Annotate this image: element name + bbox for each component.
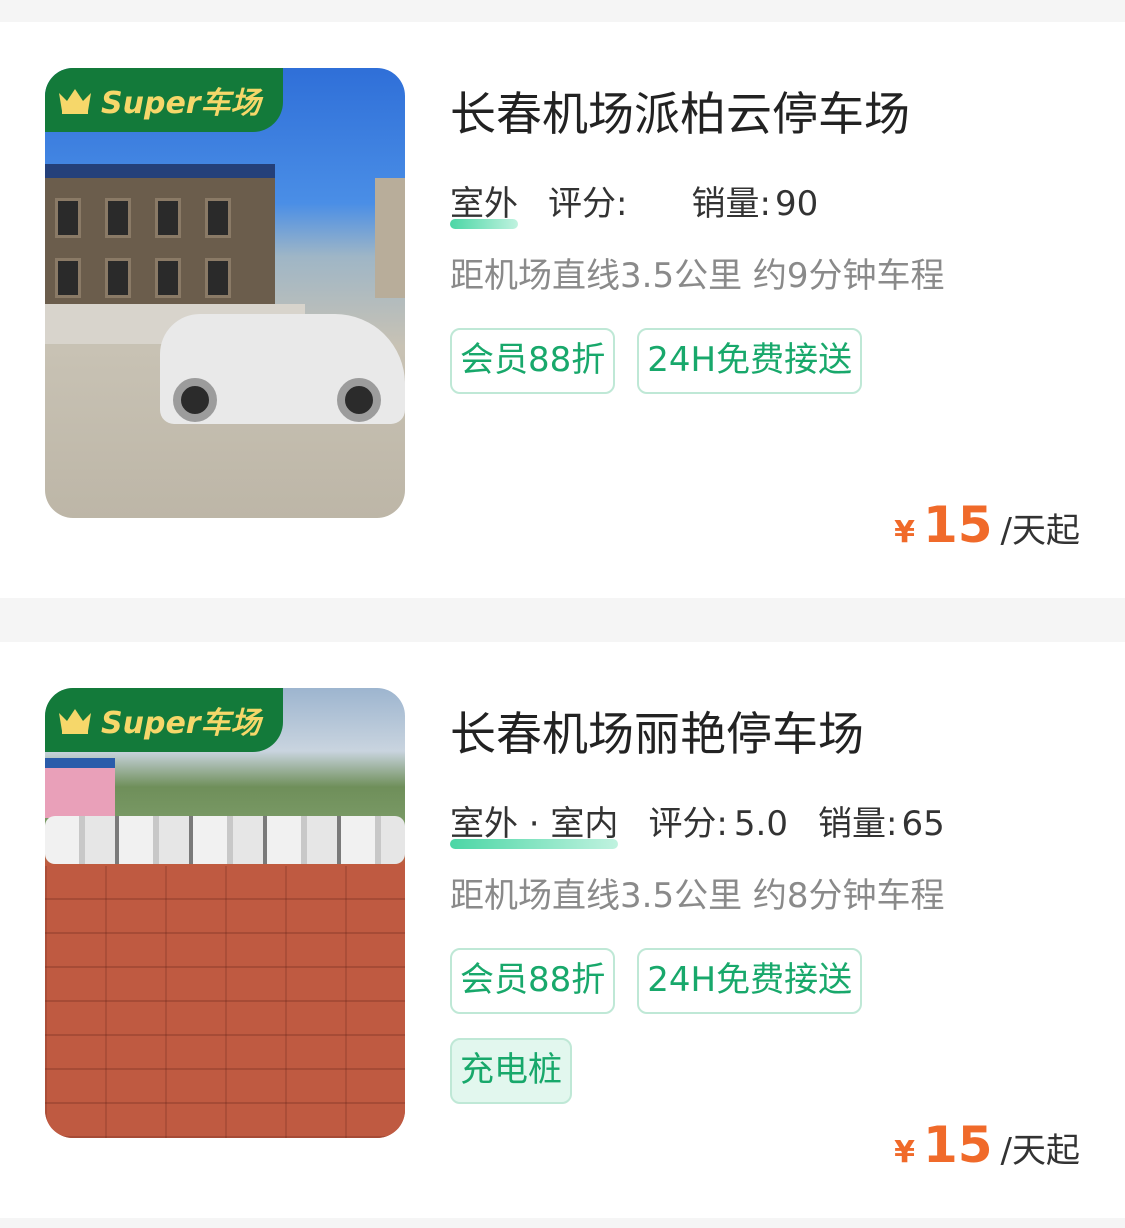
- parking-card[interactable]: Super车场 长春机场丽艳停车场 室外 · 室内 评分: 5.0 销量: 65…: [0, 642, 1125, 1218]
- crown-icon: [59, 89, 91, 114]
- tag-member-discount: 会员88折: [450, 328, 616, 394]
- badge-label: Super车场: [101, 86, 261, 121]
- parking-photo[interactable]: Super车场: [45, 68, 405, 518]
- price-unit: /天起: [1000, 511, 1080, 551]
- tag-list: 会员88折 24H免费接送: [450, 328, 1090, 418]
- parking-photo-image: [45, 68, 405, 518]
- parking-card[interactable]: Super车场 长春机场派柏云停车场 室外 评分: 销量: 90 距机场直线3.…: [0, 22, 1125, 598]
- crown-icon: [59, 709, 91, 734]
- rating-label: 评分:: [648, 804, 728, 844]
- sales-value: 65: [901, 804, 945, 844]
- parking-info: 长春机场丽艳停车场 室外 · 室内 评分: 5.0 销量: 65 距机场直线3.…: [450, 642, 1080, 1218]
- price-currency: ¥: [894, 515, 915, 550]
- tag-free-shuttle: 24H免费接送: [637, 948, 863, 1014]
- distance-text: 距机场直线3.5公里 约8分钟车程: [450, 876, 945, 916]
- parking-title[interactable]: 长春机场派柏云停车场: [450, 78, 910, 144]
- parking-info: 长春机场派柏云停车场 室外 评分: 销量: 90 距机场直线3.5公里 约9分钟…: [450, 22, 1080, 598]
- super-parking-badge: Super车场: [45, 68, 283, 132]
- price-value: 15: [922, 496, 993, 554]
- parking-type-text: 室外: [450, 184, 518, 224]
- super-parking-badge: Super车场: [45, 688, 283, 752]
- parking-list: Super车场 长春机场派柏云停车场 室外 评分: 销量: 90 距机场直线3.…: [0, 0, 1125, 1228]
- price-currency: ¥: [894, 1135, 915, 1170]
- tag-list: 会员88折 24H免费接送 充电桩: [450, 948, 1090, 1128]
- parking-type-text: 室外 · 室内: [450, 804, 619, 844]
- price-value: 15: [922, 1116, 993, 1174]
- parking-type: 室外 · 室内: [450, 796, 619, 849]
- parking-meta: 室外 评分: 销量: 90: [450, 176, 818, 229]
- tag-free-shuttle: 24H免费接送: [637, 328, 863, 394]
- price: ¥ 15 /天起: [894, 496, 1080, 554]
- distance-text: 距机场直线3.5公里 约9分钟车程: [450, 256, 945, 296]
- sales-label: 销量:: [817, 804, 898, 844]
- sales-value: 90: [774, 184, 819, 224]
- rating-label: 评分:: [548, 184, 628, 224]
- parking-photo[interactable]: Super车场: [45, 688, 405, 1138]
- price: ¥ 15 /天起: [894, 1116, 1080, 1174]
- parking-title[interactable]: 长春机场丽艳停车场: [450, 698, 864, 764]
- parking-type: 室外: [450, 176, 518, 229]
- tag-charging-pile: 充电桩: [450, 1038, 572, 1104]
- parking-meta: 室外 · 室内 评分: 5.0 销量: 65: [450, 796, 945, 849]
- tag-member-discount: 会员88折: [450, 948, 616, 1014]
- price-unit: /天起: [1000, 1131, 1080, 1171]
- parking-photo-image: [45, 688, 405, 1138]
- rating-value: 5.0: [733, 804, 788, 844]
- badge-label: Super车场: [101, 706, 261, 741]
- sales-label: 销量:: [691, 184, 771, 224]
